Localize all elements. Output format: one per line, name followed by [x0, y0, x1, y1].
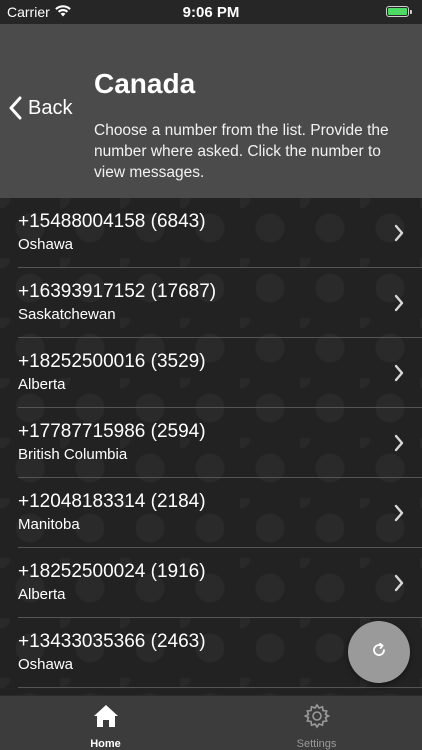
city-label: British Columbia	[18, 446, 128, 463]
tab-home[interactable]: Home	[0, 696, 211, 750]
refresh-icon	[370, 641, 388, 664]
page-description: Choose a number from the list. Provide t…	[94, 122, 389, 181]
refresh-button[interactable]	[348, 621, 410, 683]
chevron-right-icon	[394, 224, 404, 247]
city-label: Oshawa	[18, 236, 74, 253]
city-label: Oshawa	[18, 656, 74, 673]
phone-number: +13433035366 (2463)	[18, 631, 206, 652]
tab-bar: Home Settings	[0, 695, 422, 750]
back-label: Back	[28, 96, 73, 119]
chevron-right-icon	[394, 504, 404, 527]
city-label: Alberta	[18, 586, 66, 603]
city-label: Saskatchewan	[18, 306, 116, 323]
list-item[interactable]: +17787715986 (2594) British Columbia	[18, 408, 422, 478]
list-item[interactable]: +18252500024 (1916) Alberta	[18, 548, 422, 618]
list-item[interactable]: +15488004158 (6843) Oshawa	[18, 198, 422, 268]
chevron-right-icon	[394, 364, 404, 387]
chevron-right-icon	[394, 294, 404, 317]
chevron-right-icon	[394, 434, 404, 457]
phone-number: +17787715986 (2594)	[18, 421, 206, 442]
number-list: +15488004158 (6843) Oshawa +16393917152 …	[0, 198, 422, 695]
tab-settings[interactable]: Settings	[211, 696, 422, 750]
list-item[interactable]: +12048183314 (2184) Manitoba	[18, 478, 422, 548]
gear-icon	[303, 703, 331, 734]
phone-number: +18252500024 (1916)	[18, 561, 206, 582]
list-item[interactable]: +16393917152 (17687) Saskatchewan	[18, 268, 422, 338]
page-title: Canada	[94, 68, 196, 99]
city-label: Manitoba	[18, 516, 80, 533]
back-button[interactable]: Back	[8, 96, 72, 120]
app-screen: Carrier 9:06 PM Back Canada Choose a num…	[0, 0, 422, 750]
tab-home-label: Home	[90, 738, 121, 750]
chevron-left-icon	[8, 96, 28, 120]
status-time: 9:06 PM	[182, 4, 240, 21]
tab-settings-label: Settings	[296, 738, 337, 750]
chevron-right-icon	[394, 574, 404, 597]
home-icon	[92, 703, 120, 734]
phone-number: +15488004158 (6843)	[18, 211, 206, 232]
phone-number: +18252500016 (3529)	[18, 351, 206, 372]
battery-icon	[386, 6, 412, 17]
page-header: Back Canada Choose a number from the lis…	[0, 24, 422, 198]
city-label: Alberta	[18, 376, 66, 393]
status-bar: Carrier 9:06 PM	[0, 0, 422, 24]
phone-number: +12048183314 (2184)	[18, 491, 206, 512]
list-item[interactable]: +18252500016 (3529) Alberta	[18, 338, 422, 408]
phone-number: +16393917152 (17687)	[18, 281, 217, 302]
